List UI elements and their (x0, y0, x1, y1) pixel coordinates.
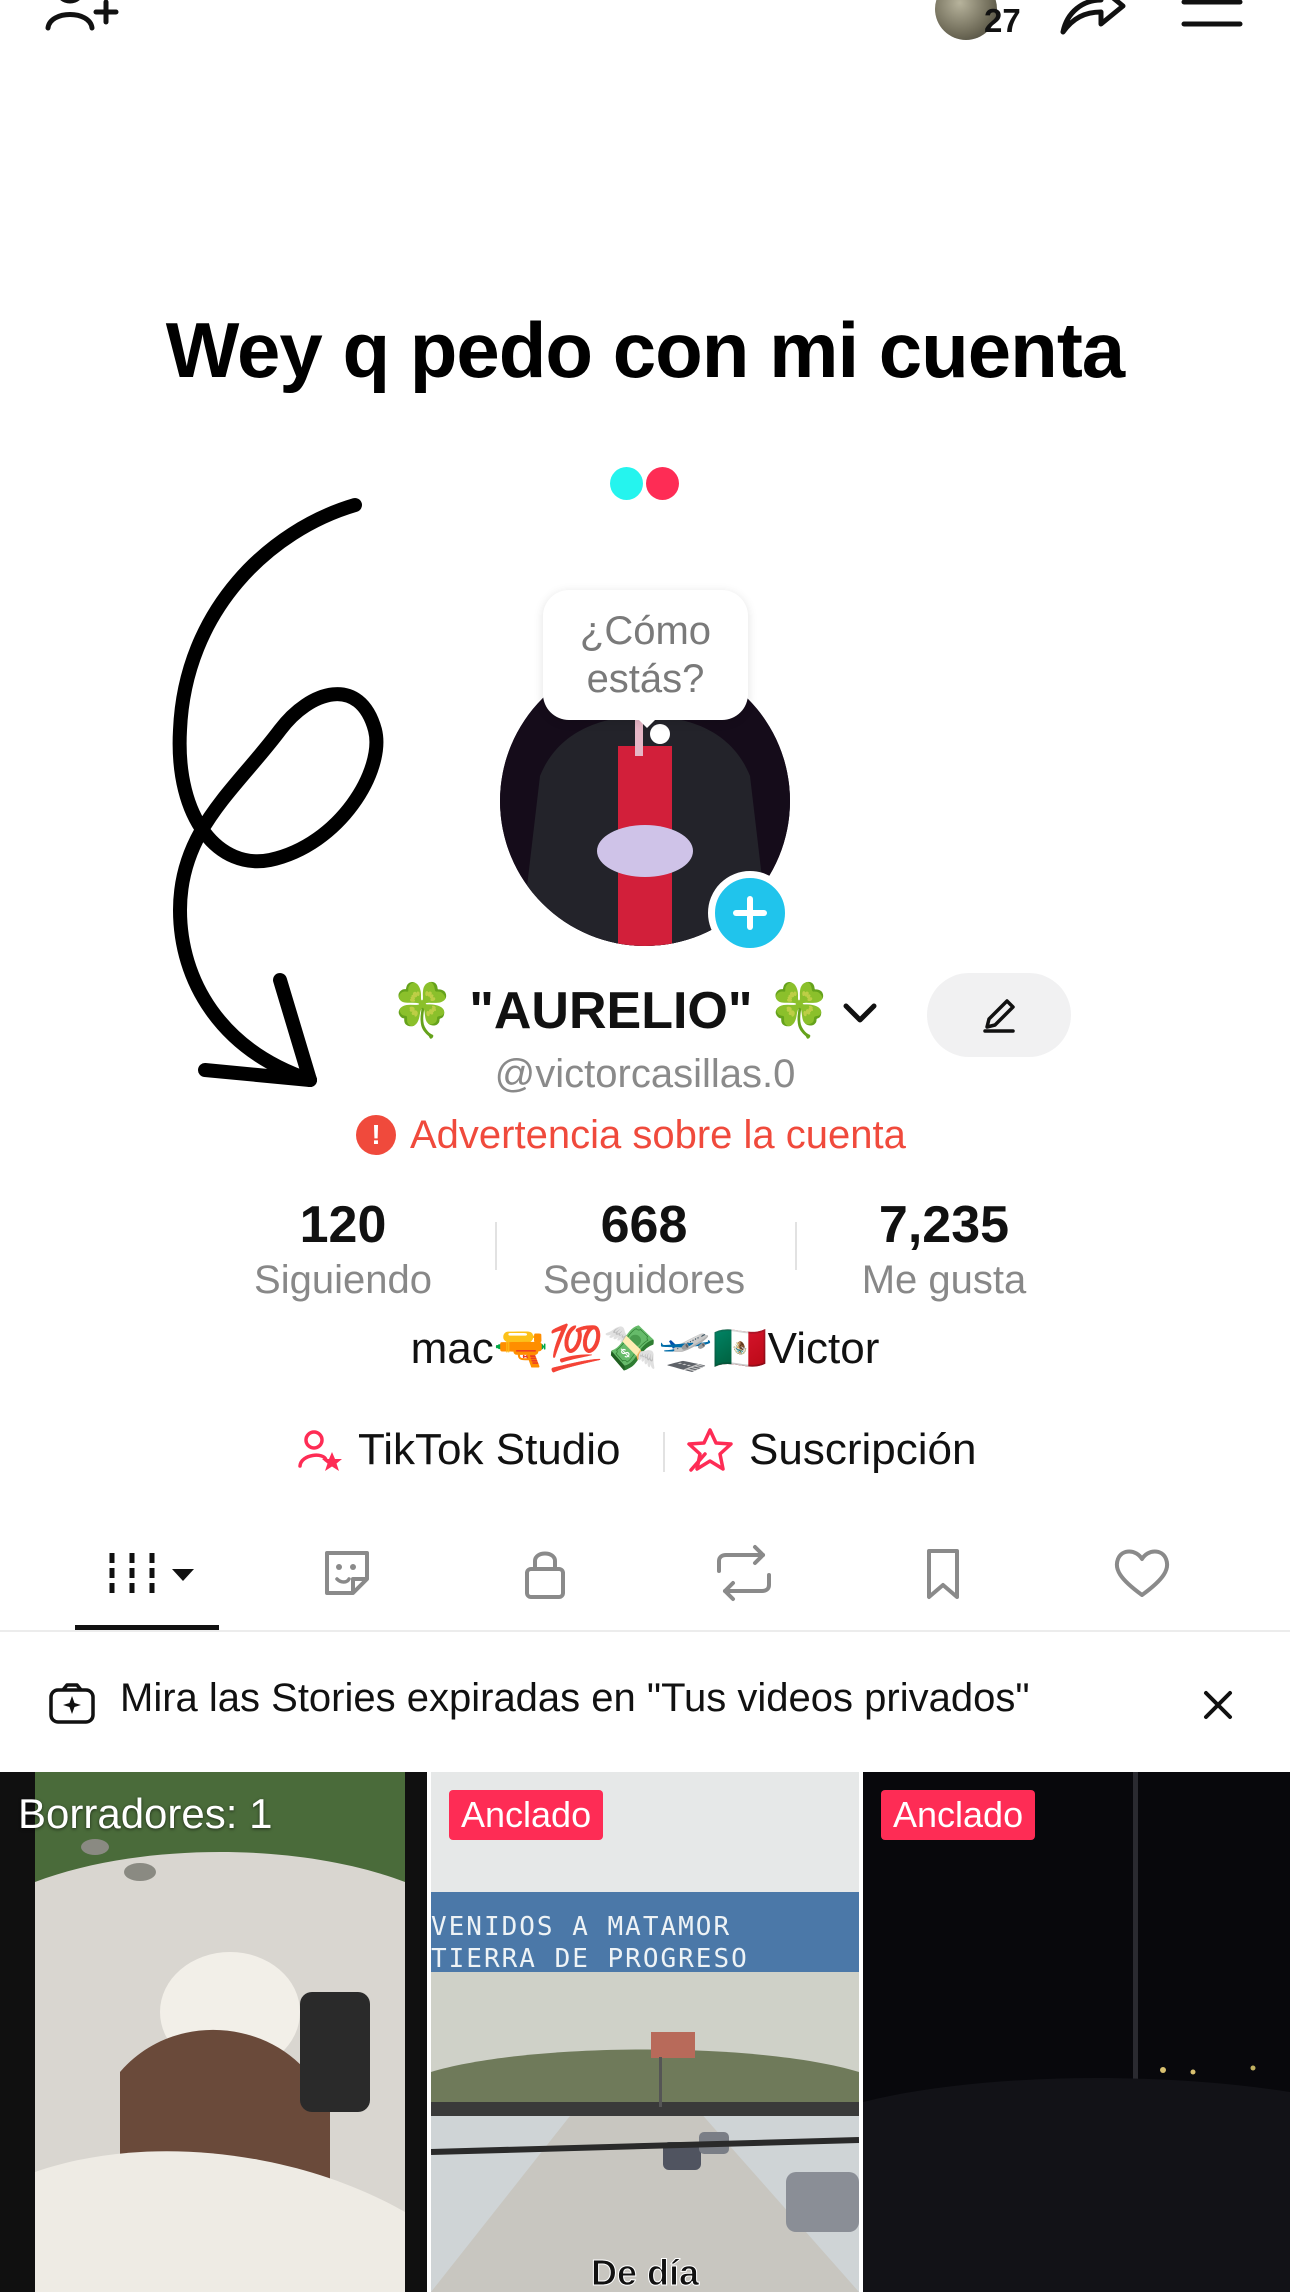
links-divider (663, 1432, 665, 1472)
video-subtitle: De día (590, 2252, 700, 2292)
bookmark-icon (927, 1548, 959, 1599)
warning-icon: ! (356, 1115, 396, 1155)
video-thumbnail-pinned-1[interactable]: VENIDOS A MATAMOR TIERRA DE PROGRESO De … (431, 1772, 859, 2292)
stat-likes-value: 7,235 (878, 1196, 1010, 1254)
tab-reposts[interactable] (704, 1540, 784, 1605)
share-icon[interactable] (1055, 0, 1127, 37)
tab-saved[interactable] (903, 1540, 983, 1605)
add-friend-icon[interactable] (40, 0, 120, 40)
subscription-label: Suscripción (749, 1425, 977, 1474)
drafts-label: Borradores: 1 (18, 1790, 273, 1837)
tab-stickers[interactable] (307, 1540, 387, 1605)
sticker-icon (325, 1550, 369, 1595)
hamburger-menu-icon[interactable] (1180, 0, 1244, 38)
stories-banner-text: Mira las Stories expiradas en "Tus video… (120, 1676, 1030, 1720)
stat-followers-value: 668 (600, 1196, 688, 1254)
tab-private[interactable] (505, 1540, 585, 1605)
subscription-star-icon (687, 1428, 733, 1472)
stat-following[interactable]: 120 Siguiendo (213, 1195, 473, 1305)
plus-icon (733, 896, 767, 930)
drawn-arrow-icon (172, 498, 384, 1087)
pinned-badge: Anclado (881, 1790, 1036, 1840)
stat-following-label: Siguiendo (254, 1258, 432, 1302)
tab-liked[interactable] (1102, 1540, 1182, 1605)
stat-followers[interactable]: 668 Seguidores (514, 1195, 774, 1305)
road-sign-text-1: VENIDOS A MATAMOR (431, 1912, 732, 1942)
chevron-down-icon[interactable] (840, 998, 880, 1030)
stories-icon (49, 1683, 95, 1724)
lock-icon (525, 1551, 565, 1599)
tiktok-studio-label: TikTok Studio (358, 1425, 621, 1474)
stat-likes-label: Me gusta (861, 1258, 1027, 1302)
caption-text: Wey q pedo con mi cuenta (165, 306, 1125, 394)
edit-profile-button[interactable] (927, 973, 1071, 1057)
display-name[interactable]: 🍀 "AURELIO" 🍀 (390, 980, 832, 1041)
tiktok-dot-red (646, 467, 679, 500)
account-warning-link[interactable]: ! Advertencia sobre la cuenta (356, 1109, 906, 1161)
add-story-button[interactable] (708, 871, 792, 955)
video-thumbnail-drafts[interactable]: Borradores: 1 (0, 1772, 427, 2292)
account-warning-text: Advertencia sobre la cuenta (410, 1112, 906, 1157)
tab-videos[interactable] (95, 1540, 205, 1605)
night-road-thumbnail-image (863, 1772, 1290, 2292)
tiktok-dot-cyan (610, 467, 643, 500)
studio-icon (298, 1430, 342, 1471)
close-icon[interactable] (1200, 1687, 1236, 1723)
road-sign-thumbnail-image (431, 1772, 859, 2292)
friends-count: 27 (984, 2, 1021, 39)
drafts-thumbnail-image (0, 1772, 427, 2292)
heart-icon (1114, 1549, 1170, 1597)
video-thumbnail-pinned-2[interactable]: Anclado (863, 1772, 1290, 2292)
stat-divider (795, 1222, 797, 1270)
stat-divider (495, 1222, 497, 1270)
videos-grid-icon (109, 1552, 194, 1593)
stat-following-value: 120 (299, 1196, 387, 1254)
road-sign-text-2: TIERRA DE PROGRESO (431, 1944, 749, 1974)
tiktok-studio-link[interactable]: TikTok Studio (296, 1420, 620, 1480)
status-bubble[interactable]: ¿Cómo estás? (543, 590, 748, 720)
pinned-badge: Anclado (449, 1790, 604, 1840)
bubble-tail (633, 714, 661, 728)
repost-icon (717, 1544, 771, 1601)
username-handle: @victorcasillas.0 (494, 1052, 796, 1096)
stat-likes[interactable]: 7,235 Me gusta (814, 1195, 1074, 1305)
profile-bio: mac🔫💯💸🛫🇲🇽Victor (410, 1324, 880, 1373)
pencil-icon (983, 999, 1015, 1033)
subscription-link[interactable]: Suscripción (685, 1420, 976, 1480)
stat-followers-label: Seguidores (542, 1258, 746, 1302)
